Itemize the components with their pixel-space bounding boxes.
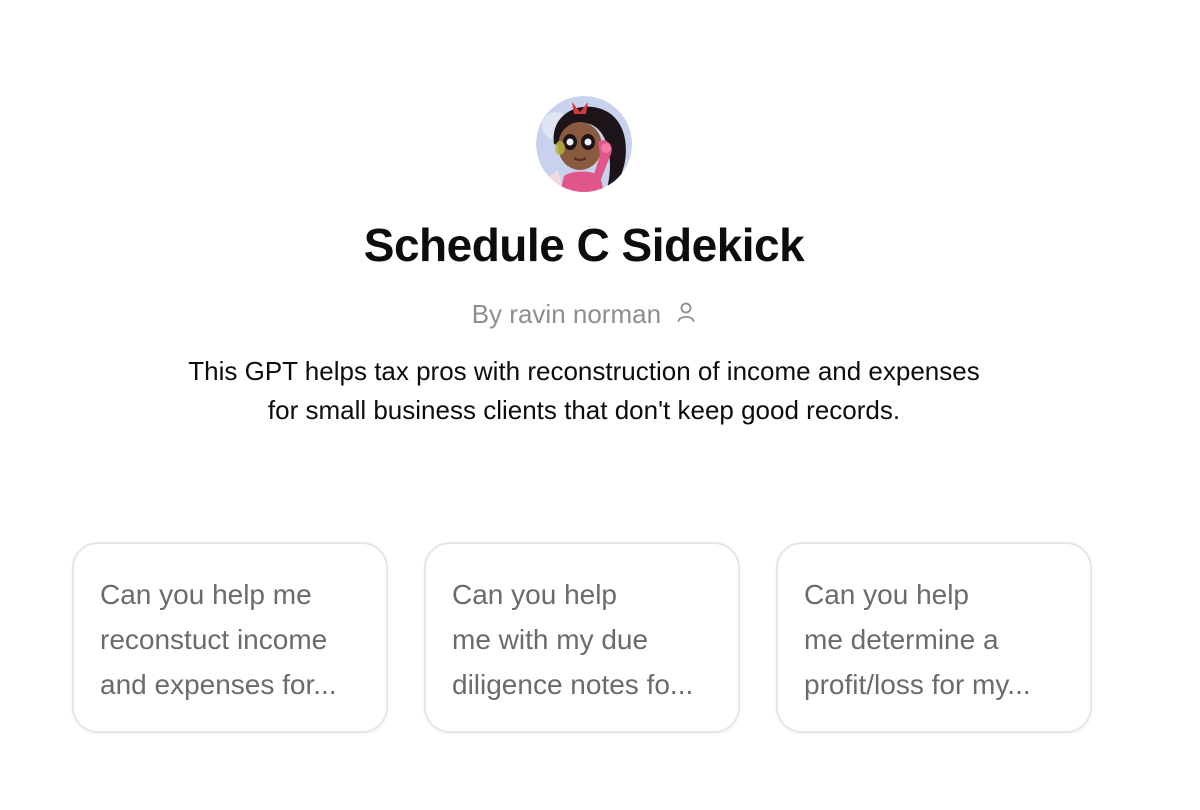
starter-card-reconstruct-income[interactable]: Can you help me reconstuct income and ex…: [72, 542, 388, 733]
starter-card-profit-loss[interactable]: Can you help me determine a profit/loss …: [776, 542, 1092, 733]
author-row: By ravin norman: [0, 299, 1168, 330]
starter-text: Can you help me determine a profit/loss …: [804, 572, 1070, 707]
gpt-landing-page: Schedule C Sidekick By ravin norman This…: [0, 0, 1200, 810]
gpt-avatar: [536, 96, 632, 192]
gpt-description: This GPT helps tax pros with reconstruct…: [110, 352, 1058, 430]
gpt-title: Schedule C Sidekick: [363, 219, 805, 271]
description-line: for small business clients that don't ke…: [267, 395, 901, 425]
starter-card-due-diligence[interactable]: Can you help me with my due diligence no…: [424, 542, 740, 733]
starter-text: Can you help me reconstuct income and ex…: [100, 572, 366, 707]
starter-line: and expenses for...: [100, 669, 337, 700]
starter-line: Can you help: [804, 579, 970, 610]
cartoon-avatar-with-phone-icon: [536, 96, 632, 192]
starter-line: profit/loss for my...: [804, 669, 1031, 700]
person-icon[interactable]: [676, 299, 696, 330]
starter-line: Can you help me: [100, 579, 312, 610]
author-name[interactable]: ravin norman: [509, 299, 661, 329]
starter-line: Can you help: [452, 579, 618, 610]
starter-line: diligence notes fo...: [452, 669, 694, 700]
description-line: This GPT helps tax pros with reconstruct…: [188, 356, 980, 386]
starter-text: Can you help me with my due diligence no…: [452, 572, 718, 707]
starter-line: reconstuct income: [100, 624, 328, 655]
conversation-starters: Can you help me reconstuct income and ex…: [72, 542, 1096, 737]
starter-line: me with my due: [452, 624, 649, 655]
author-prefix: By: [471, 299, 503, 329]
starter-line: me determine a: [804, 624, 999, 655]
